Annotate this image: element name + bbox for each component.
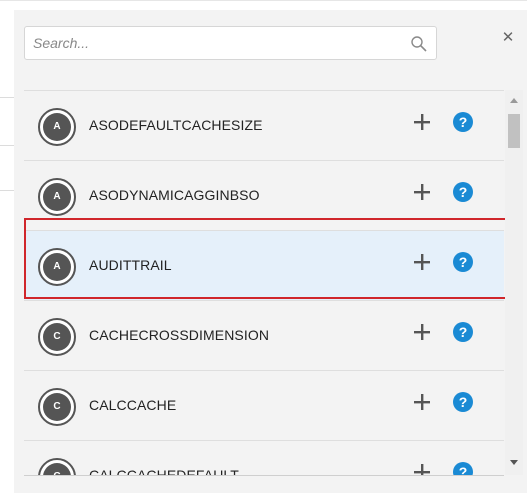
plus-icon[interactable] [413, 253, 431, 271]
avatar-letter: A [43, 113, 71, 141]
plus-icon[interactable] [413, 113, 431, 131]
svg-text:?: ? [459, 184, 468, 200]
list-item-label: CACHECROSSDIMENSION [89, 327, 270, 343]
close-icon[interactable]: ✕ [500, 30, 516, 46]
avatar-letter: C [43, 393, 71, 421]
background-divider [0, 97, 14, 98]
help-icon[interactable]: ? [452, 321, 474, 343]
avatar: A [38, 248, 76, 286]
list-item-label: ASODYNAMICAGGINBSO [89, 187, 260, 203]
plus-icon[interactable] [413, 393, 431, 411]
svg-text:?: ? [459, 464, 468, 475]
help-icon[interactable]: ? [452, 251, 474, 273]
list-item[interactable]: C CALCCACHE ? [24, 371, 504, 441]
svg-text:?: ? [459, 114, 468, 130]
avatar-letter: A [43, 183, 71, 211]
list-bottom-edge [24, 475, 504, 476]
list-item[interactable]: C CACHECROSSDIMENSION ? [24, 301, 504, 371]
list-item[interactable]: A ASODEFAULTCACHESIZE ? [24, 91, 504, 161]
list-item-label: ASODEFAULTCACHESIZE [89, 117, 263, 133]
list-item[interactable]: A ASODYNAMICAGGINBSO ? [24, 161, 504, 231]
help-icon[interactable]: ? [452, 461, 474, 475]
list-item-label: AUDITTRAIL [89, 257, 172, 273]
svg-text:?: ? [459, 394, 468, 410]
background-divider [0, 0, 527, 1]
avatar: C [38, 318, 76, 356]
list-item-selected[interactable]: A AUDITTRAIL ? [24, 231, 504, 301]
search-input[interactable] [25, 27, 405, 59]
avatar: A [38, 178, 76, 216]
scroll-down-arrow-icon[interactable] [509, 457, 519, 467]
plus-icon[interactable] [413, 183, 431, 201]
function-list: A ASODEFAULTCACHESIZE ? A ASODYNAMICAGGI… [24, 90, 504, 475]
vertical-scrollbar[interactable] [505, 90, 523, 475]
avatar: C [38, 388, 76, 426]
help-icon[interactable]: ? [452, 111, 474, 133]
help-icon[interactable]: ? [452, 181, 474, 203]
avatar-letter: C [43, 463, 71, 475]
avatar: A [38, 108, 76, 146]
avatar-letter: A [43, 253, 71, 281]
list-item[interactable]: C CALCCACHEDEFAULT ? [24, 441, 504, 475]
background-divider [0, 145, 14, 146]
svg-text:?: ? [459, 254, 468, 270]
list-item-label: CALCCACHE [89, 397, 177, 413]
avatar-letter: C [43, 323, 71, 351]
plus-icon[interactable] [413, 323, 431, 341]
list-item-label: CALCCACHEDEFAULT [89, 467, 239, 475]
help-icon[interactable]: ? [452, 391, 474, 413]
search-icon[interactable] [410, 35, 428, 53]
svg-text:?: ? [459, 324, 468, 340]
avatar: C [38, 458, 76, 475]
scrollbar-thumb[interactable] [508, 114, 520, 148]
scroll-up-arrow-icon[interactable] [509, 96, 519, 106]
background-divider [0, 190, 14, 191]
plus-icon[interactable] [413, 463, 431, 475]
search-box [24, 26, 437, 60]
